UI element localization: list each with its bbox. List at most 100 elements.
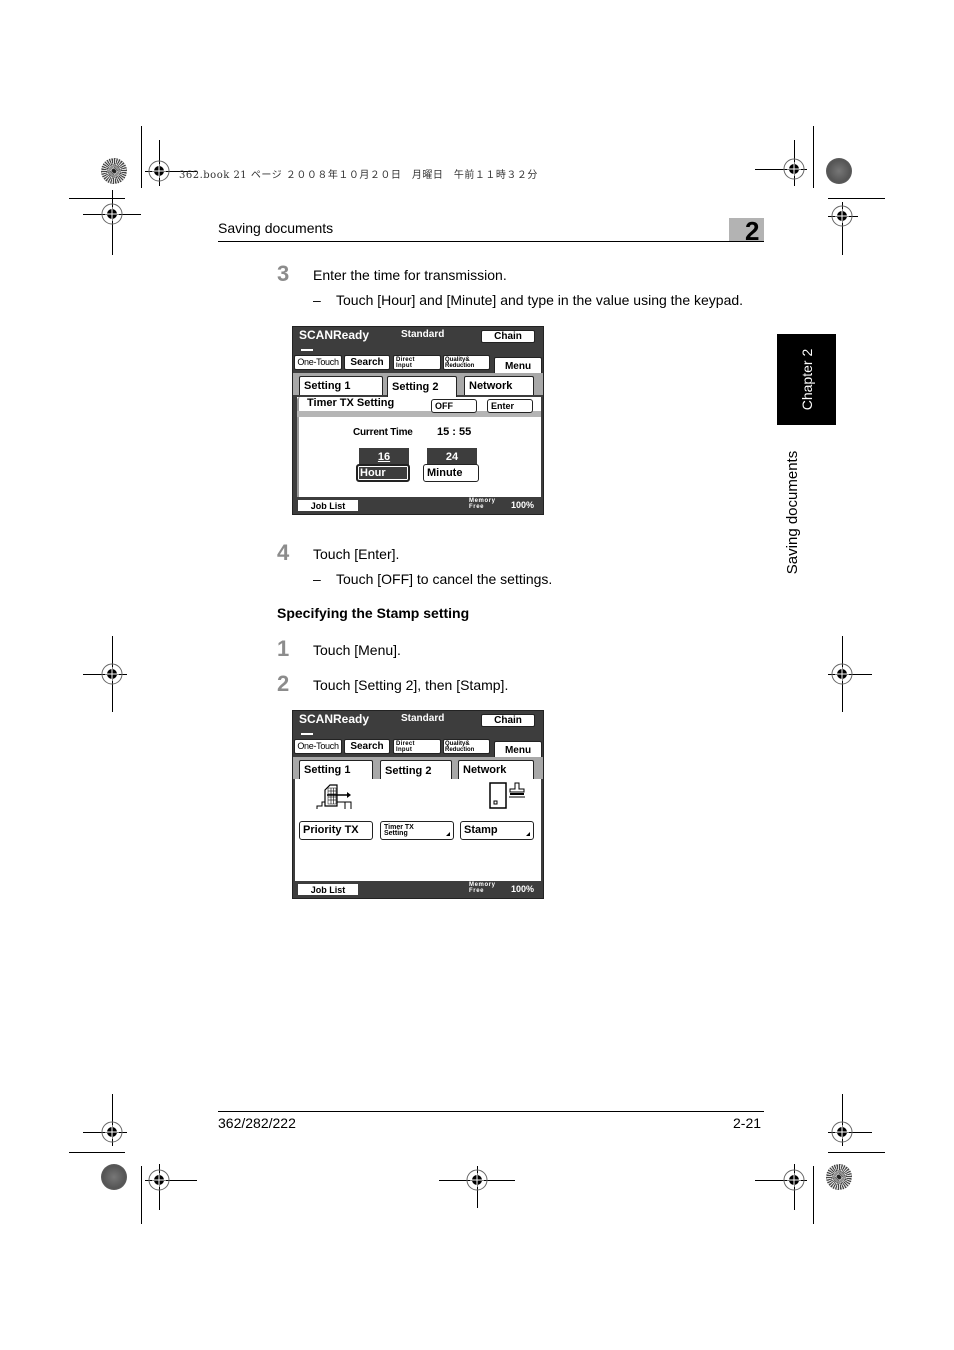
registration-disc-icon [826, 1164, 852, 1190]
panel-mode: Standard [401, 713, 445, 724]
registration-target-icon [783, 1169, 805, 1191]
memory-label-2: Free [469, 504, 485, 510]
registration-target-icon [831, 205, 853, 227]
step-text: Enter the time for transmission. [313, 267, 507, 283]
bullet-dash: – [313, 571, 321, 587]
touch-panel-timer-tx: SCANReady Standard Chain One-Touch Searc… [292, 326, 544, 515]
step-number: 1 [277, 636, 290, 661]
step-number: 4 [277, 540, 290, 565]
submenu-corner-icon [446, 832, 450, 836]
panel-statusbar: Job List Memory Free 100% [293, 881, 543, 898]
crop-line [828, 1152, 885, 1153]
panel-statusbar: Job List Memory Free 100% [293, 497, 543, 514]
stamp-label: Stamp [464, 824, 498, 836]
touch-panel-setting-2: SCANReady Standard Chain One-Touch Searc… [292, 710, 544, 899]
registration-target-icon [148, 1169, 170, 1191]
direct-input-tab[interactable]: Direct Input [393, 355, 441, 370]
menu-tab[interactable]: Menu [494, 357, 542, 373]
registration-target-icon [831, 1121, 853, 1143]
timer-tx-setting-button[interactable]: Timer TX Setting [380, 821, 454, 840]
footer-model: 362/282/222 [218, 1115, 296, 1131]
section-side-tab: Saving documents [777, 440, 807, 585]
memory-free-percent: 100% [511, 500, 535, 510]
running-head-title: Saving documents [218, 220, 334, 236]
chain-button[interactable]: Chain [481, 330, 535, 343]
tab-setting-2[interactable]: Setting 2 [387, 376, 457, 397]
registration-target-icon [783, 158, 805, 180]
registration-disc-icon [101, 1164, 127, 1190]
one-touch-tab[interactable]: One-Touch [294, 355, 342, 370]
crop-line [69, 198, 125, 199]
step-text: Touch [Menu]. [313, 642, 401, 658]
stamp-button[interactable]: Stamp [460, 821, 534, 840]
panel-status: SCANReady [299, 328, 370, 342]
quality-label-2: Reduction [445, 362, 475, 369]
direct-input-label-2: Input [396, 746, 413, 753]
memory-free-percent: 100% [511, 884, 535, 894]
panel-mode: Standard [401, 329, 445, 340]
one-touch-tab[interactable]: One-Touch [294, 739, 342, 754]
stamp-icon [489, 782, 525, 809]
registration-target-icon [101, 203, 123, 225]
step-number: 3 [277, 261, 290, 286]
quality-reduction-tab[interactable]: Quality& Reduction [443, 739, 490, 754]
chapter-side-label: Chapter 2 [798, 348, 815, 411]
chapter-side-tab: Chapter 2 [777, 334, 836, 425]
quality-reduction-tab[interactable]: Quality& Reduction [443, 355, 490, 370]
registration-disc-icon [101, 158, 127, 184]
tab-setting-2[interactable]: Setting 2 [380, 760, 452, 781]
direct-input-label-1: Direct [396, 356, 415, 363]
priority-tx-button[interactable]: Priority TX [299, 821, 373, 840]
memory-label: Memory Free [469, 882, 496, 894]
hour-button[interactable]: Hour [356, 464, 410, 482]
timer-tx-title: Timer TX Setting [307, 397, 395, 409]
job-list-button[interactable]: Job List [298, 884, 358, 895]
tab-setting-1[interactable]: Setting 1 [299, 376, 383, 395]
content-border [297, 417, 299, 499]
setting-2-content: Priority TX Timer TX Setting Stamp [295, 779, 541, 881]
timer-tx-content: Timer TX Setting OFF Enter Current Time … [297, 397, 541, 499]
crop-line [813, 126, 814, 188]
direct-input-tab[interactable]: Direct Input [393, 739, 441, 754]
crop-line [141, 126, 142, 188]
tab-setting-1[interactable]: Setting 1 [299, 760, 373, 779]
off-button[interactable]: OFF [431, 399, 477, 413]
panel-status: SCANReady [299, 712, 370, 726]
chain-button[interactable]: Chain [481, 714, 535, 727]
search-tab[interactable]: Search [344, 739, 390, 754]
quality-label-1: Quality& [445, 740, 470, 747]
minute-value: 24 [427, 448, 477, 465]
timer-tx-label-2: Setting [384, 830, 408, 837]
crop-line [69, 1152, 125, 1153]
settings-tabbar: Setting 1 Setting 2 Network [293, 757, 543, 781]
current-time-label: Current Time [353, 427, 413, 438]
panel-indicator [301, 349, 313, 351]
crop-line [141, 1166, 142, 1224]
section-heading: Specifying the Stamp setting [277, 605, 470, 621]
tab-network[interactable]: Network [458, 760, 534, 779]
registration-target-icon [466, 1169, 488, 1191]
tab-network[interactable]: Network [464, 376, 534, 395]
bullet-dash: – [313, 292, 321, 308]
section-side-label: Saving documents [783, 450, 801, 575]
enter-button[interactable]: Enter [487, 399, 533, 413]
print-metadata: 362.book 21 ページ ２００８年１０月２０日 月曜日 午前１１時３２分 [179, 170, 538, 181]
job-list-button[interactable]: Job List [298, 500, 358, 511]
quality-label-2: Reduction [445, 746, 475, 753]
header-rule [218, 241, 764, 242]
crop-line [828, 198, 885, 199]
minute-button[interactable]: Minute [423, 464, 479, 482]
registration-target-icon [831, 663, 853, 685]
registration-target-icon [148, 160, 170, 182]
registration-target-icon [101, 663, 123, 685]
menu-tab[interactable]: Menu [494, 741, 542, 757]
hour-value: 16 [359, 448, 409, 465]
step-text: Touch [Setting 2], then [Stamp]. [313, 677, 509, 693]
submenu-corner-icon [526, 832, 530, 836]
settings-tabbar: Setting 1 Setting 2 Network [293, 373, 543, 397]
step-number: 2 [277, 671, 290, 696]
footer-page-number: 2-21 [733, 1115, 762, 1131]
crop-line [813, 1166, 814, 1224]
memory-label-2: Free [469, 888, 485, 894]
search-tab[interactable]: Search [344, 355, 390, 370]
